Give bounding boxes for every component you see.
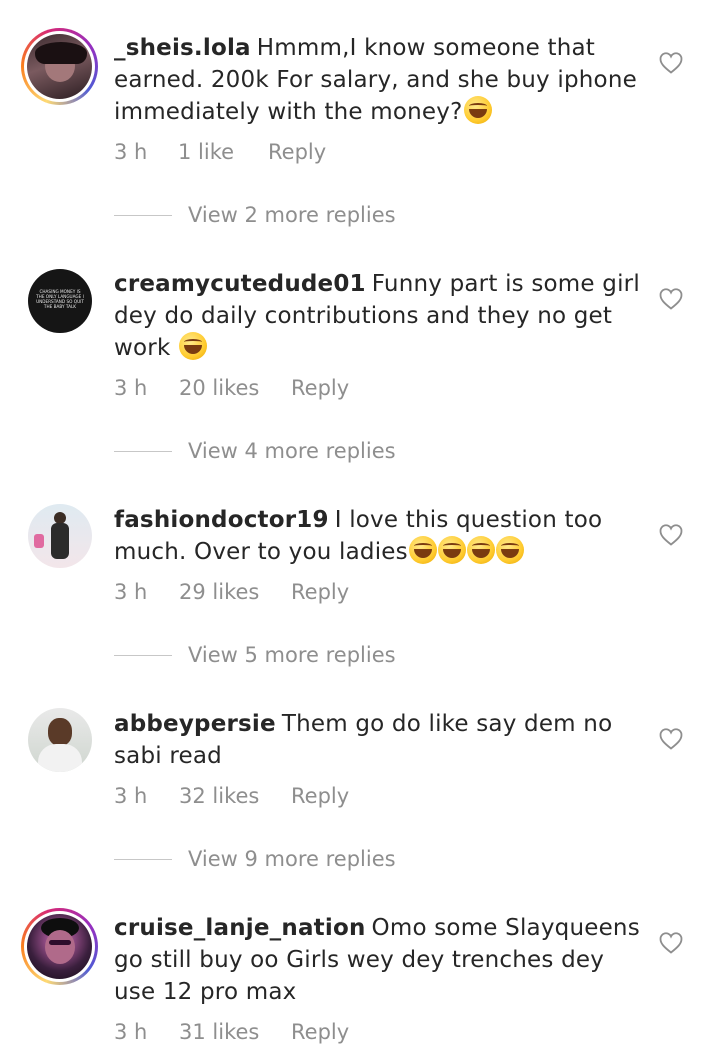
comment-text: _sheis.lola Hmmm,I know someone that earn… <box>114 32 644 128</box>
view-replies-label[interactable]: View 2 more replies <box>188 200 396 230</box>
comment-text: cruise_lanje_nation Omo some Slayqueens g… <box>114 912 644 1008</box>
comment-username[interactable]: abbeypersie <box>114 711 276 737</box>
comment-text: abbeypersie Them go do like say dem no sa… <box>114 708 644 772</box>
heart-icon[interactable] <box>659 932 683 954</box>
reply-button[interactable]: Reply <box>291 577 349 607</box>
divider <box>114 451 172 452</box>
comment-time: 3 h <box>114 140 148 164</box>
comment-likes[interactable]: 31 likes <box>179 1017 259 1047</box>
heart-icon[interactable] <box>659 52 683 74</box>
comment-likes[interactable]: 32 likes <box>179 781 259 811</box>
divider <box>114 859 172 860</box>
avatar[interactable] <box>28 504 92 568</box>
laughing-emoji-icon <box>463 96 492 124</box>
view-replies-label[interactable]: View 5 more replies <box>188 640 396 670</box>
laughing-emoji-icon <box>408 536 437 564</box>
avatar[interactable]: CHASING MONEY IS THE ONLY LANGUAGE I UND… <box>28 269 92 333</box>
comment-time: 3 h <box>114 1020 148 1044</box>
avatar[interactable] <box>21 908 98 985</box>
laughing-emoji-icon <box>495 536 524 564</box>
comment-time: 3 h <box>114 376 148 400</box>
divider <box>114 655 172 656</box>
reply-button[interactable]: Reply <box>291 1017 349 1047</box>
heart-icon[interactable] <box>659 288 683 310</box>
heart-icon[interactable] <box>659 524 683 546</box>
divider <box>114 215 172 216</box>
reply-button[interactable]: Reply <box>291 373 349 403</box>
avatar[interactable] <box>21 28 98 105</box>
comment-username[interactable]: creamycutedude01 <box>114 271 366 297</box>
reply-button[interactable]: Reply <box>291 781 349 811</box>
avatar-text: CHASING MONEY IS THE ONLY LANGUAGE I UND… <box>36 289 84 309</box>
comment-text: fashiondoctor19 I love this question too … <box>114 504 644 568</box>
heart-icon[interactable] <box>659 728 683 750</box>
comment-likes[interactable]: 20 likes <box>179 373 259 403</box>
comment-time: 3 h <box>114 580 148 604</box>
comment-likes[interactable]: 29 likes <box>179 577 259 607</box>
view-replies-label[interactable]: View 4 more replies <box>188 436 396 466</box>
laughing-emoji-icon <box>178 332 207 360</box>
comment-username[interactable]: fashiondoctor19 <box>114 507 329 533</box>
comment-text: creamycutedude01 Funny part is some girl … <box>114 268 644 364</box>
comment-username[interactable]: cruise_lanje_nation <box>114 915 366 941</box>
comment-time: 3 h <box>114 784 148 808</box>
comment-likes[interactable]: 1 like <box>178 137 234 167</box>
avatar[interactable] <box>28 708 92 772</box>
laughing-emoji-icon <box>437 536 466 564</box>
laughing-emoji-icon <box>466 536 495 564</box>
comment-username[interactable]: _sheis.lola <box>114 35 251 61</box>
reply-button[interactable]: Reply <box>268 137 326 167</box>
view-replies-label[interactable]: View 9 more replies <box>188 844 396 874</box>
